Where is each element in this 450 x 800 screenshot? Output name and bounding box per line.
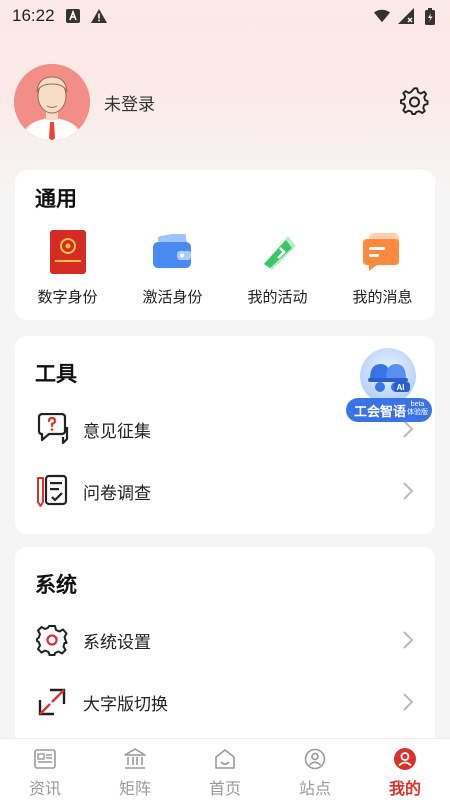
tab-site-label: 站点: [298, 781, 331, 798]
ai-beta-bottom: 体验版: [407, 409, 428, 416]
ai-assistant-bubble[interactable]: AI 工会智语 beta 体验版: [346, 348, 432, 426]
survey-row[interactable]: 问卷调查: [15, 466, 435, 516]
my-activities-label: 我的活动: [247, 289, 308, 306]
wifi-icon: [374, 8, 390, 24]
flag-icon: [256, 230, 300, 274]
ai-robot-icon: AI: [360, 348, 416, 404]
status-time: 16:22: [12, 6, 55, 25]
ai-beta-badge: beta 体验版: [407, 401, 428, 417]
tab-news[interactable]: 资讯: [0, 739, 90, 800]
resize-icon: [35, 685, 69, 719]
wallet-icon: [151, 230, 195, 274]
message-icon: [361, 230, 405, 274]
tab-matrix[interactable]: 矩阵: [90, 739, 180, 800]
avatar[interactable]: [14, 64, 90, 140]
survey-label: 问卷调查: [83, 483, 151, 503]
tab-home-label: 首页: [208, 781, 241, 798]
login-status-text[interactable]: 未登录: [104, 90, 155, 115]
battery-icon: [422, 7, 438, 25]
ai-assistant-label: 工会智语: [354, 403, 407, 419]
tab-mine[interactable]: 我的: [360, 739, 450, 800]
my-messages-label: 我的消息: [352, 289, 413, 306]
avatar-illustration: [14, 64, 90, 140]
id-card-icon: [46, 230, 90, 274]
system-settings-label: 系统设置: [83, 632, 151, 652]
ai-badge-text: AI: [397, 383, 405, 392]
activate-identity-item[interactable]: 激活身份: [120, 230, 225, 310]
tab-home[interactable]: 首页: [180, 739, 270, 800]
my-messages-item[interactable]: 我的消息: [330, 230, 435, 310]
tab-mine-label: 我的: [388, 781, 421, 798]
system-section: 系统 系统设置 大字版切换: [15, 547, 435, 747]
ai-beta-top: beta: [410, 401, 425, 408]
general-section-title: 通用: [35, 188, 77, 211]
home-icon: [213, 747, 237, 771]
settings-gear-icon[interactable]: [400, 87, 430, 117]
news-icon: [33, 747, 57, 771]
tab-news-label: 资讯: [28, 781, 61, 798]
activate-identity-label: 激活身份: [142, 289, 203, 306]
tab-matrix-label: 矩阵: [118, 781, 151, 798]
bank-icon: [123, 747, 147, 771]
my-activities-item[interactable]: 我的活动: [225, 230, 330, 310]
large-font-toggle-label: 大字版切换: [83, 694, 168, 714]
tab-site[interactable]: 站点: [270, 739, 360, 800]
profile-header: 未登录: [14, 62, 436, 142]
a-badge-icon: [65, 8, 81, 24]
signal-icon: [398, 8, 414, 24]
system-section-title: 系统: [35, 574, 77, 597]
chevron-right-icon: [403, 631, 414, 649]
survey-icon: [35, 474, 69, 508]
feedback-label: 意见征集: [83, 421, 151, 441]
general-section: 通用 数字身份 激活身份 我的活动 我的消息: [15, 170, 435, 320]
status-bar: 16:22: [0, 0, 450, 32]
warning-icon: [90, 8, 107, 24]
gear-icon: [35, 623, 69, 657]
digital-identity-item[interactable]: 数字身份: [15, 230, 120, 310]
general-grid: 数字身份 激活身份 我的活动 我的消息: [15, 230, 435, 310]
chevron-right-icon: [403, 482, 414, 500]
bottom-tab-bar: 资讯 矩阵 首页 站点 我的: [0, 738, 450, 800]
tools-section-title: 工具: [35, 363, 77, 386]
profile-icon: [393, 747, 417, 771]
large-font-toggle-row[interactable]: 大字版切换: [15, 677, 435, 727]
ai-assistant-tag: 工会智语 beta 体验版: [346, 398, 432, 422]
digital-identity-label: 数字身份: [37, 289, 98, 306]
feedback-icon: [35, 412, 69, 446]
system-settings-row[interactable]: 系统设置: [15, 615, 435, 665]
chevron-right-icon: [403, 693, 414, 711]
user-circle-icon: [303, 747, 327, 771]
